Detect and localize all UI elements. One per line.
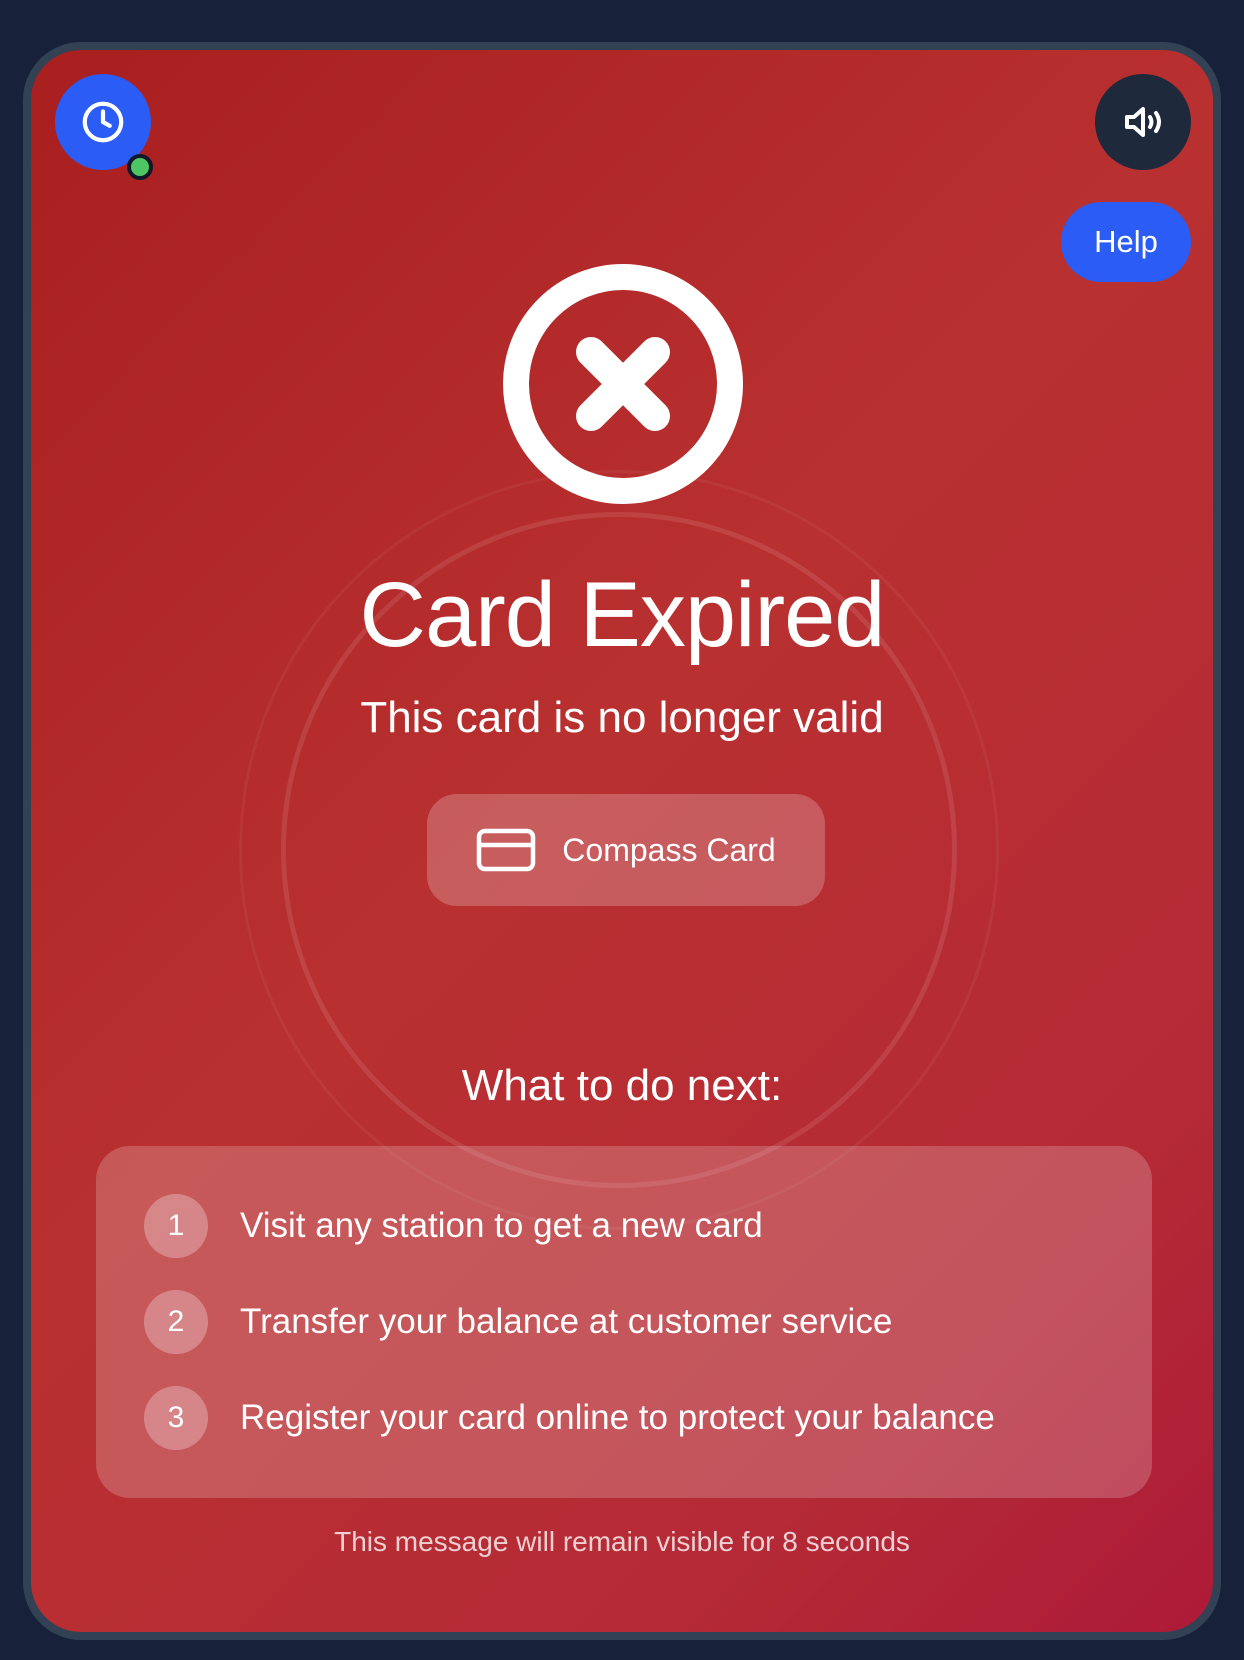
help-button[interactable]: Help xyxy=(1061,202,1191,282)
card-name: Compass Card xyxy=(562,831,776,868)
step-number: 3 xyxy=(144,1386,208,1450)
step-text: Register your card online to protect you… xyxy=(240,1398,995,1437)
next-steps-panel: 1 Visit any station to get a new card 2 … xyxy=(96,1146,1152,1498)
step-text: Transfer your balance at customer servic… xyxy=(240,1302,893,1341)
next-steps-heading: What to do next: xyxy=(461,1061,783,1110)
list-item: 2 Transfer your balance at customer serv… xyxy=(144,1290,892,1354)
step-number: 1 xyxy=(144,1194,208,1258)
card-type-badge: Compass Card xyxy=(427,794,825,906)
list-item: 3 Register your card online to protect y… xyxy=(144,1386,995,1450)
list-item: 1 Visit any station to get a new card xyxy=(144,1194,763,1258)
expired-card-screen: Help Card Expired This card is no longer… xyxy=(23,42,1221,1640)
status-title: Card Expired xyxy=(359,564,886,666)
status-subtitle: This card is no longer valid xyxy=(360,693,884,742)
timeout-note: This message will remain visible for 8 s… xyxy=(334,1526,910,1557)
clock-icon xyxy=(82,101,124,143)
speaker-volume-icon xyxy=(1125,107,1161,137)
sound-button[interactable] xyxy=(1095,74,1191,170)
step-number: 2 xyxy=(144,1290,208,1354)
credit-card-icon xyxy=(477,828,536,872)
step-text: Visit any station to get a new card xyxy=(240,1206,763,1245)
x-circle-icon xyxy=(503,264,743,504)
online-status-dot xyxy=(127,154,153,180)
